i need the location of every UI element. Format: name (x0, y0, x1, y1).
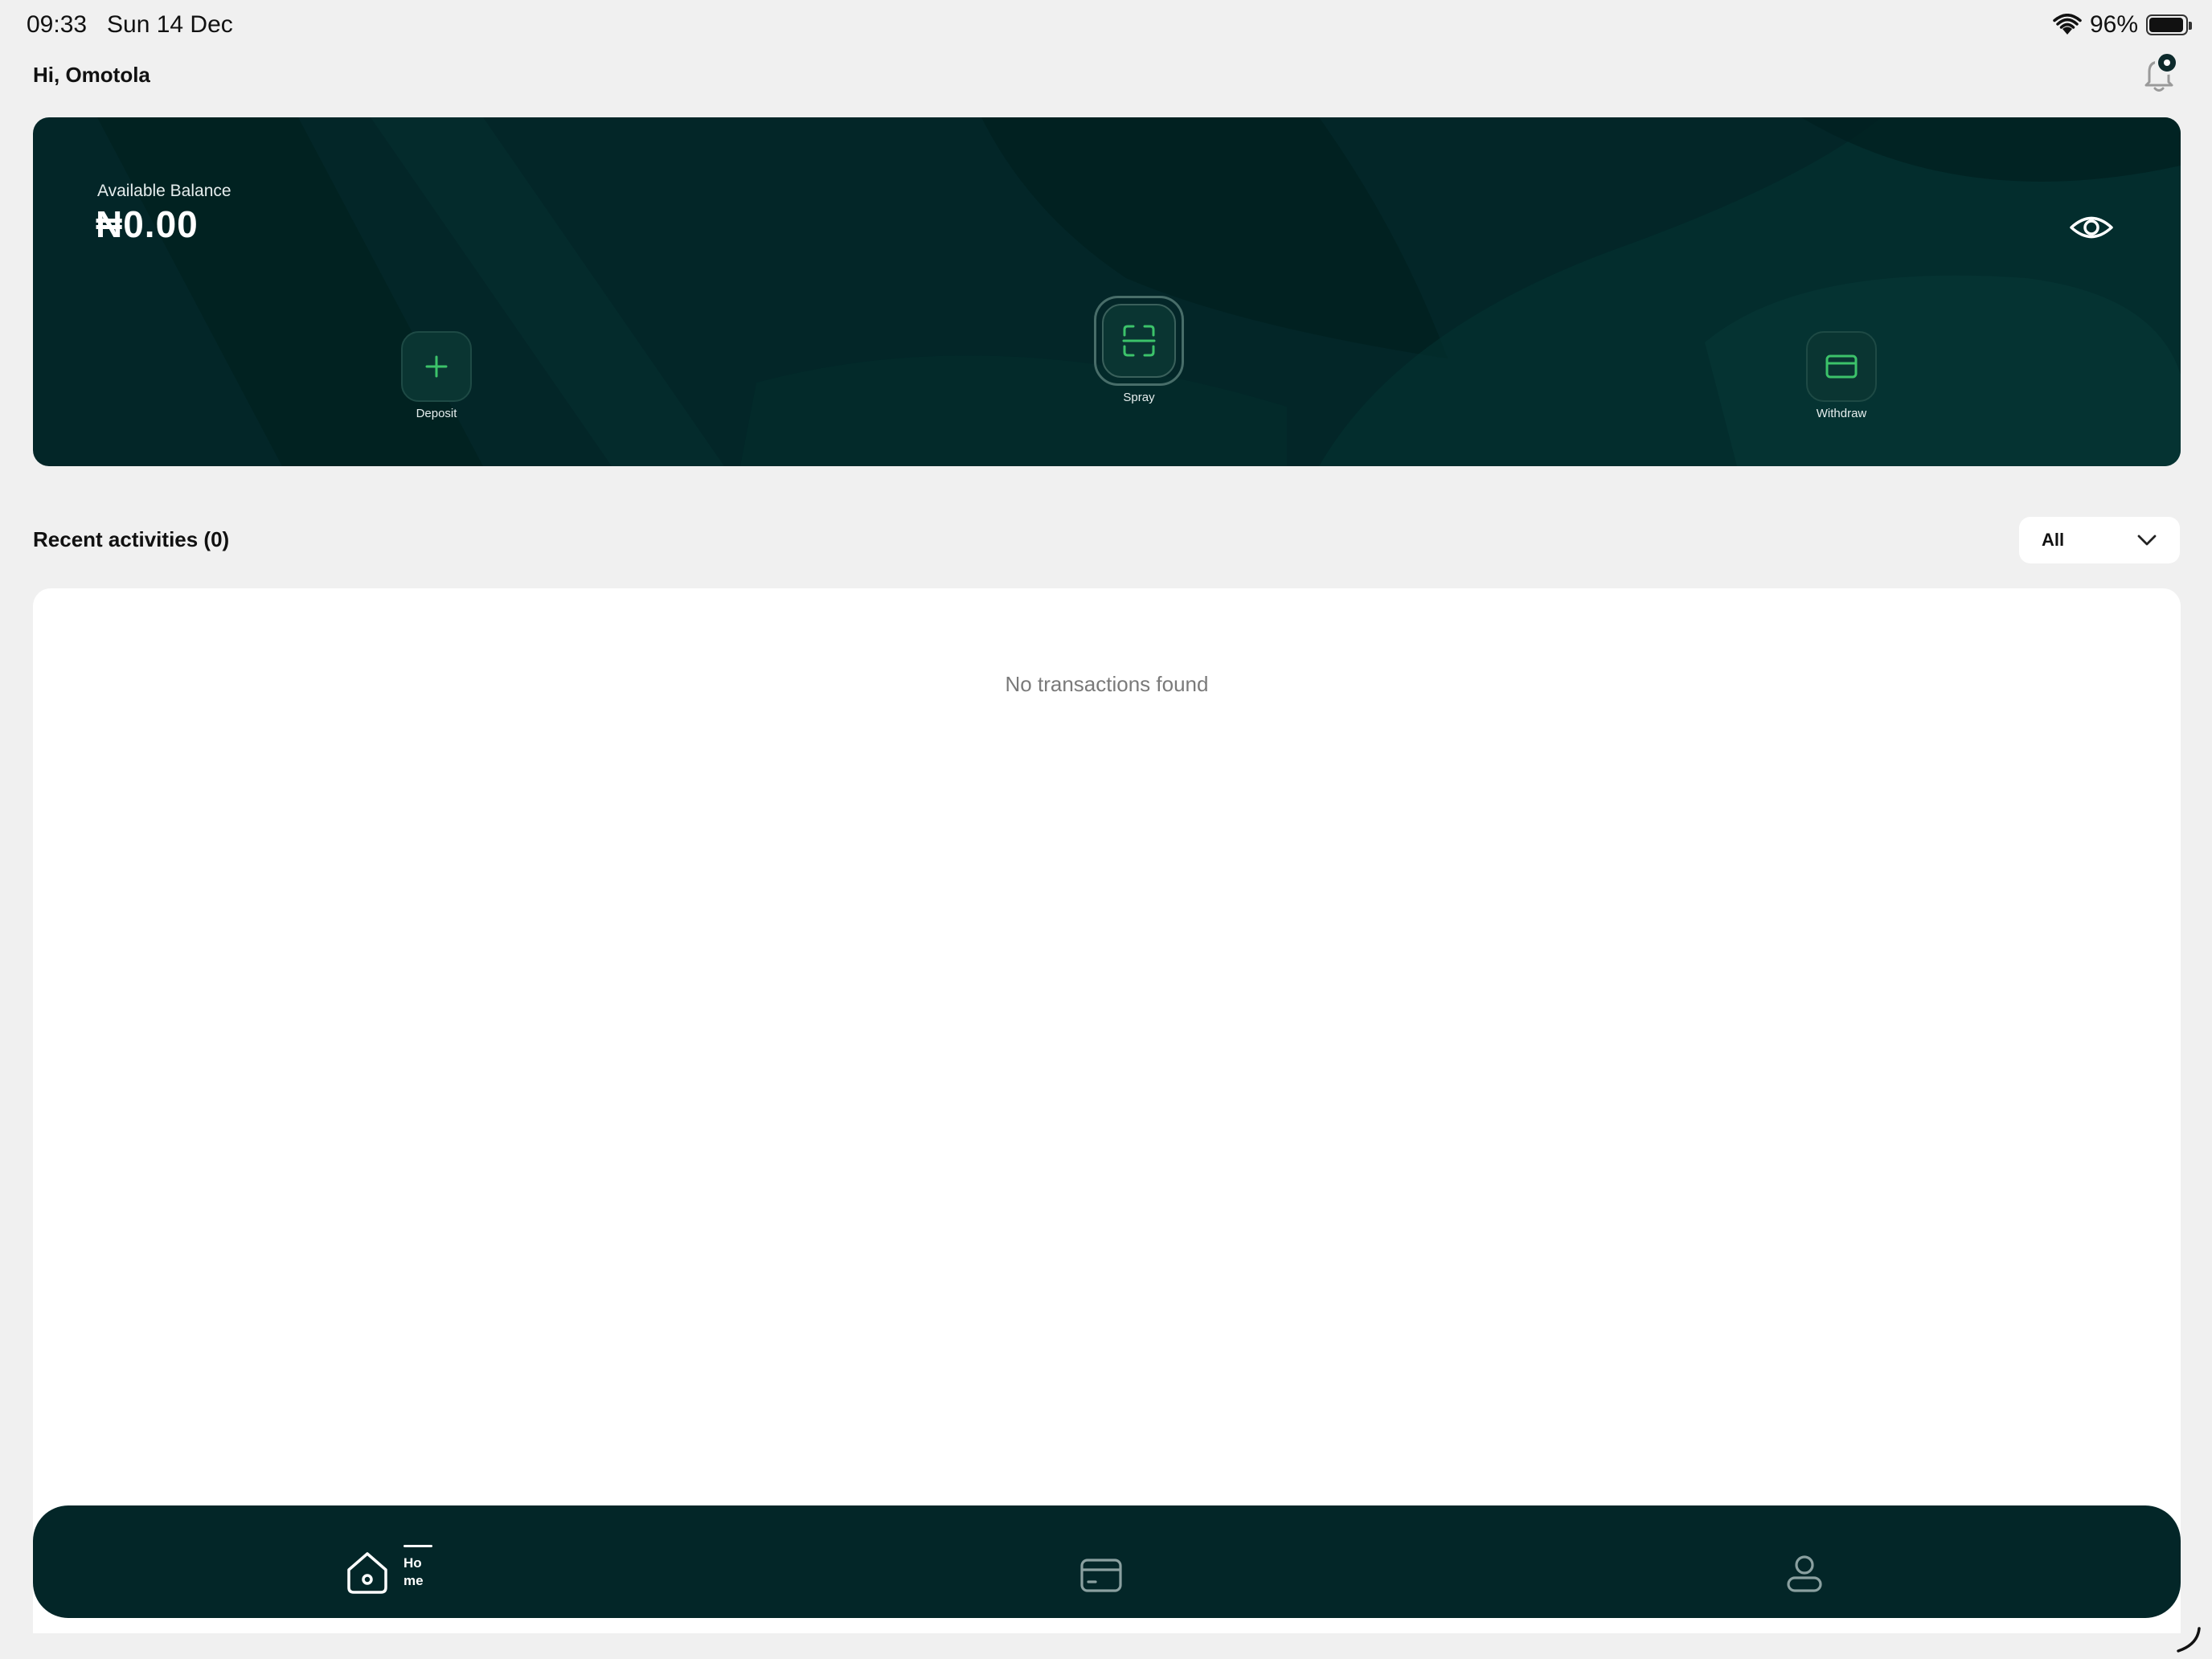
plus-icon (425, 355, 448, 378)
nav-item-profile[interactable] (1785, 1554, 1824, 1594)
nav-home-label-line2: me (403, 1573, 424, 1588)
battery-percentage: 96% (2089, 11, 2138, 38)
withdraw-action[interactable]: Withdraw (1766, 331, 1917, 420)
status-time: 09:33 (27, 11, 88, 38)
filter-selected-value: All (2042, 530, 2065, 550)
balance-label: Available Balance (97, 182, 231, 200)
deposit-button[interactable] (401, 331, 472, 402)
wifi-icon (2053, 14, 2082, 35)
bottom-navigation: Ho me (33, 1505, 2181, 1618)
scan-icon (1122, 325, 1156, 357)
activity-filter-select[interactable]: All (2019, 517, 2180, 563)
spray-button[interactable] (1094, 296, 1184, 386)
spray-label: Spray (1123, 391, 1155, 404)
status-indicators: 96% (2053, 11, 2192, 39)
chevron-down-icon (2137, 535, 2157, 546)
deposit-action[interactable]: Deposit (361, 331, 512, 420)
status-date: Sun 14 Dec (107, 11, 233, 38)
card-icon (1825, 354, 1858, 379)
nav-item-cards[interactable] (1079, 1557, 1123, 1594)
battery-icon (2146, 14, 2192, 35)
balance-amount: ₦0.00 (96, 203, 199, 245)
recent-activities-title: Recent activities (0) (33, 527, 230, 551)
notification-dot (2155, 51, 2179, 75)
withdraw-button[interactable] (1806, 331, 1877, 402)
battery-level (2149, 18, 2184, 32)
deposit-label: Deposit (416, 407, 457, 420)
spray-action[interactable]: Spray (1063, 296, 1215, 404)
nav-home-label: Ho me (403, 1545, 432, 1590)
empty-state-message: No transactions found (1005, 672, 1209, 696)
loading-indicator-icon (2177, 1627, 2201, 1653)
greeting: Hi, Omotola (33, 63, 150, 87)
nav-home-label-line1: Ho (403, 1555, 422, 1571)
withdraw-label: Withdraw (1816, 407, 1867, 420)
eye-icon[interactable] (2067, 203, 2116, 252)
nav-item-home[interactable]: Ho me (342, 1545, 432, 1597)
status-bar: 09:33 Sun 14 Dec 96% (0, 0, 2212, 53)
home-icon (347, 1552, 387, 1594)
balance-card: Available Balance ₦0.00 Deposit Spray Wi… (33, 117, 2181, 466)
transactions-list: No transactions found (33, 588, 2181, 1633)
